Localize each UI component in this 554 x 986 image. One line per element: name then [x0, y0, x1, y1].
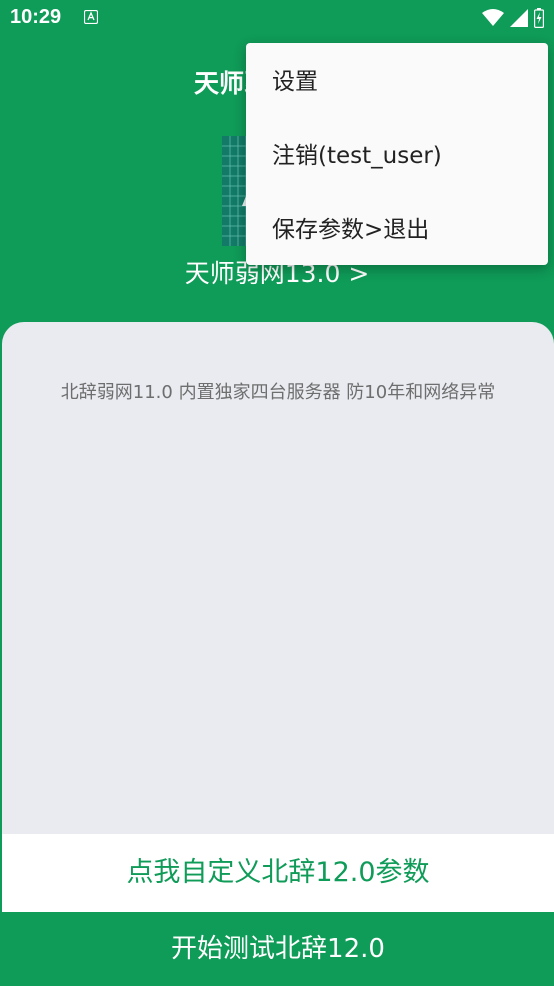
app-notification-icon	[84, 10, 98, 24]
wifi-icon	[482, 9, 504, 26]
status-bar: 10:29	[0, 0, 554, 38]
menu-item-logout[interactable]: 注销(test_user)	[246, 119, 548, 193]
status-icons	[482, 8, 544, 28]
description-text: 北辞弱网11.0 内置独家四台服务器 防10年和网络异常	[60, 382, 496, 403]
menu-item-settings[interactable]: 设置	[246, 45, 548, 119]
content-card: 北辞弱网11.0 内置独家四台服务器 防10年和网络异常	[2, 322, 554, 842]
cell-signal-icon	[510, 9, 528, 27]
custom-params-button[interactable]: 点我自定义北辞12.0参数	[2, 834, 554, 912]
battery-charging-icon	[534, 8, 544, 28]
overflow-menu: 设置 注销(test_user) 保存参数>退出	[246, 43, 548, 265]
menu-item-save-exit[interactable]: 保存参数>退出	[246, 193, 548, 267]
start-test-button[interactable]: 开始测试北辞12.0	[2, 912, 554, 986]
status-time: 10:29	[10, 6, 62, 28]
